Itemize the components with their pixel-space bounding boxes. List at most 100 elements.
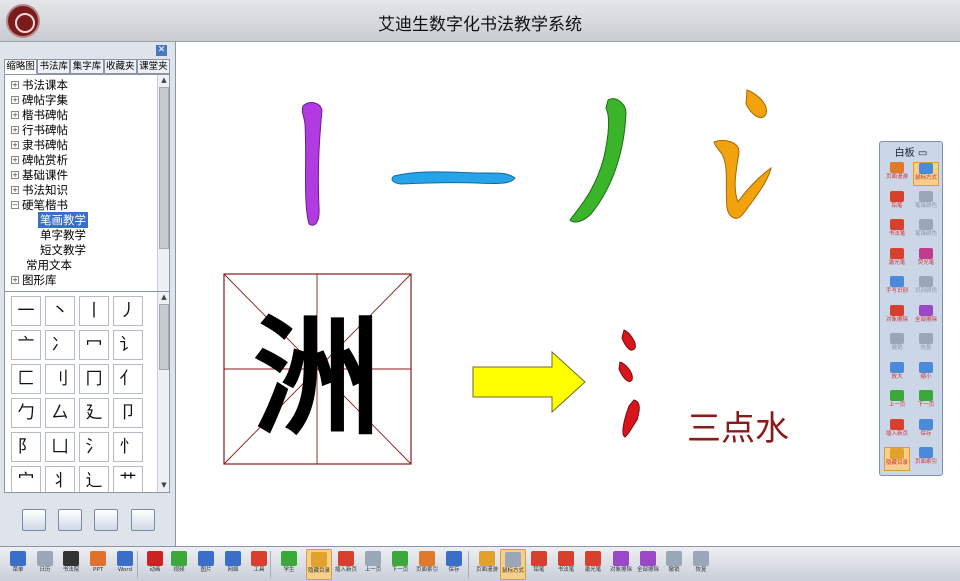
teaching-canvas[interactable]: 洲 三点水 [177,42,960,546]
tree-item[interactable]: + 碑帖字集 [11,92,68,108]
tree-item[interactable]: + 行书碑帖 [11,122,68,138]
whiteboard-button[interactable]: 对象擦除 [884,304,910,329]
toolbar-button[interactable]: 动画 [142,549,168,580]
stroke-cell[interactable]: 勹 [11,398,41,428]
tab-classroom[interactable]: 课堂夹 [136,59,171,74]
whiteboard-button[interactable]: 缩小 [913,361,939,386]
expand-icon[interactable]: + [11,186,19,194]
grid-scroll-thumb[interactable] [159,304,169,370]
grid-scrollbar[interactable]: ▲ ▼ [157,292,169,492]
whiteboard-button[interactable]: 页面索引 [913,447,939,471]
stroke-cell[interactable]: 卩 [113,398,143,428]
stroke-cell[interactable]: 匚 [11,364,41,394]
toolbar-button[interactable]: 页面索引 [414,549,440,580]
toolbar-button[interactable]: 书法院 [58,549,84,580]
toolbar-button[interactable]: PPT [85,549,111,580]
tab-character-library[interactable]: 集字库 [70,59,104,74]
toolbar-button[interactable]: 全部擦除 [635,549,661,580]
stroke-cell[interactable]: 廴 [79,398,109,428]
tree-item[interactable]: + 碑帖赏析 [11,152,68,168]
whiteboard-button[interactable]: 插入新页 [884,418,910,443]
toolbar-button[interactable]: 对象擦除 [608,549,634,580]
toolbar-button[interactable]: 撤销 [661,549,687,580]
whiteboard-button[interactable]: 手写识别 [884,276,910,300]
toolbar-button[interactable]: 隐藏目录 [306,549,332,580]
stroke-cell[interactable]: 讠 [113,330,143,360]
toolbar-button[interactable]: 保存 [441,549,467,580]
toolbar-button[interactable]: 书法笔 [553,549,579,580]
toolbar-button[interactable]: 激光笔 [580,549,606,580]
whiteboard-button[interactable]: 撤销 [884,333,910,357]
expand-icon[interactable]: + [11,96,19,104]
whiteboard-button[interactable]: 上一页 [884,390,910,414]
whiteboard-button[interactable]: 荧光笔 [913,247,939,272]
expand-icon[interactable]: + [11,156,19,164]
toolbar-button[interactable]: Word [112,549,138,580]
expand-icon[interactable]: + [11,111,19,119]
toolbar-button[interactable]: 下一页 [387,549,413,580]
whiteboard-button[interactable]: 识别颜色 [913,276,939,300]
stroke-cell[interactable]: 冫 [45,330,75,360]
stroke-cell[interactable]: 凵 [45,432,75,462]
tab-favorites[interactable]: 收藏夹 [103,59,137,74]
stroke-cell[interactable]: 忄 [113,432,143,462]
whiteboard-button[interactable]: 页面漫游 [884,162,910,186]
stroke-cell[interactable]: 辶 [79,466,109,492]
grid-style-button[interactable] [58,509,82,531]
whiteboard-button[interactable]: 恢复 [913,333,939,357]
tree-item[interactable]: + 书法知识 [11,182,68,198]
toolbar-button[interactable]: 鼠标方式 [500,549,526,580]
stroke-cell[interactable]: 亻 [113,364,143,394]
whiteboard-button[interactable]: 全部擦除 [913,304,939,329]
stroke-cell[interactable]: 厶 [45,398,75,428]
toolbar-button[interactable]: 菜单 [5,549,31,580]
toolbar-button[interactable]: 页面漫游 [474,549,500,580]
brush-button[interactable] [22,509,46,531]
stroke-cell[interactable]: 丬 [45,466,75,492]
whiteboard-button[interactable]: 下一页 [913,390,939,414]
toolbar-button[interactable]: 插入新页 [333,549,359,580]
tree-item[interactable]: 单字教学 [40,227,86,243]
tab-calligraphy-library[interactable]: 书法库 [37,59,71,74]
whiteboard-button[interactable]: 放大 [884,361,910,386]
stroke-cell[interactable]: 阝 [11,432,41,462]
expand-icon[interactable]: + [11,276,19,284]
stroke-cell[interactable]: 宀 [11,466,41,492]
toolbar-button[interactable]: 网络 [220,549,246,580]
tree-scroll-thumb[interactable] [159,87,169,249]
stroke-cell[interactable]: 丶 [45,296,75,326]
toolbar-button[interactable]: 视频 [166,549,192,580]
expand-icon[interactable]: + [11,81,19,89]
collapse-icon[interactable]: − [11,201,19,209]
scroll-down-icon[interactable]: ▼ [158,481,169,491]
tree-item-selected[interactable]: 笔画教学 [38,212,88,228]
scroll-up-icon[interactable]: ▲ [158,76,169,86]
whiteboard-button[interactable]: 笔锋颜色 [913,219,939,243]
stroke-cell[interactable]: 冂 [79,364,109,394]
stroke-cell[interactable]: 丨 [79,296,109,326]
stroke-cell[interactable]: 丿 [113,296,143,326]
expand-icon[interactable]: + [11,141,19,149]
tree-item[interactable]: + 基础课件 [11,167,68,183]
stroke-cell[interactable]: 一 [11,296,41,326]
expand-icon[interactable]: + [11,171,19,179]
color-button[interactable] [131,509,155,531]
tree-item[interactable]: + 楷书碑帖 [11,107,68,123]
toolbar-button[interactable]: 铅笔 [526,549,552,580]
toolbar-button[interactable]: 学生 [276,549,302,580]
whiteboard-button[interactable]: 笔锋颜色 [913,190,939,215]
whiteboard-button[interactable]: 保存 [913,418,939,443]
stroke-cell[interactable]: 艹 [113,466,143,492]
tree-item[interactable]: + 书法课本 [11,77,68,93]
whiteboard-button[interactable]: 鼠标方式 [913,162,939,186]
toolbar-button[interactable]: 图片 [193,549,219,580]
tree-item[interactable]: + 隶书碑帖 [11,137,68,153]
toolbar-button[interactable]: 日历 [32,549,58,580]
tree-item[interactable]: + 图形库 [11,272,57,288]
stroke-cell[interactable]: 氵 [79,432,109,462]
stroke-cell[interactable]: 冖 [79,330,109,360]
stroke-cell[interactable]: 刂 [45,364,75,394]
toolbar-button[interactable]: 恢复 [688,549,714,580]
tool-button[interactable] [94,509,118,531]
whiteboard-button[interactable]: 激光笔 [884,247,910,272]
